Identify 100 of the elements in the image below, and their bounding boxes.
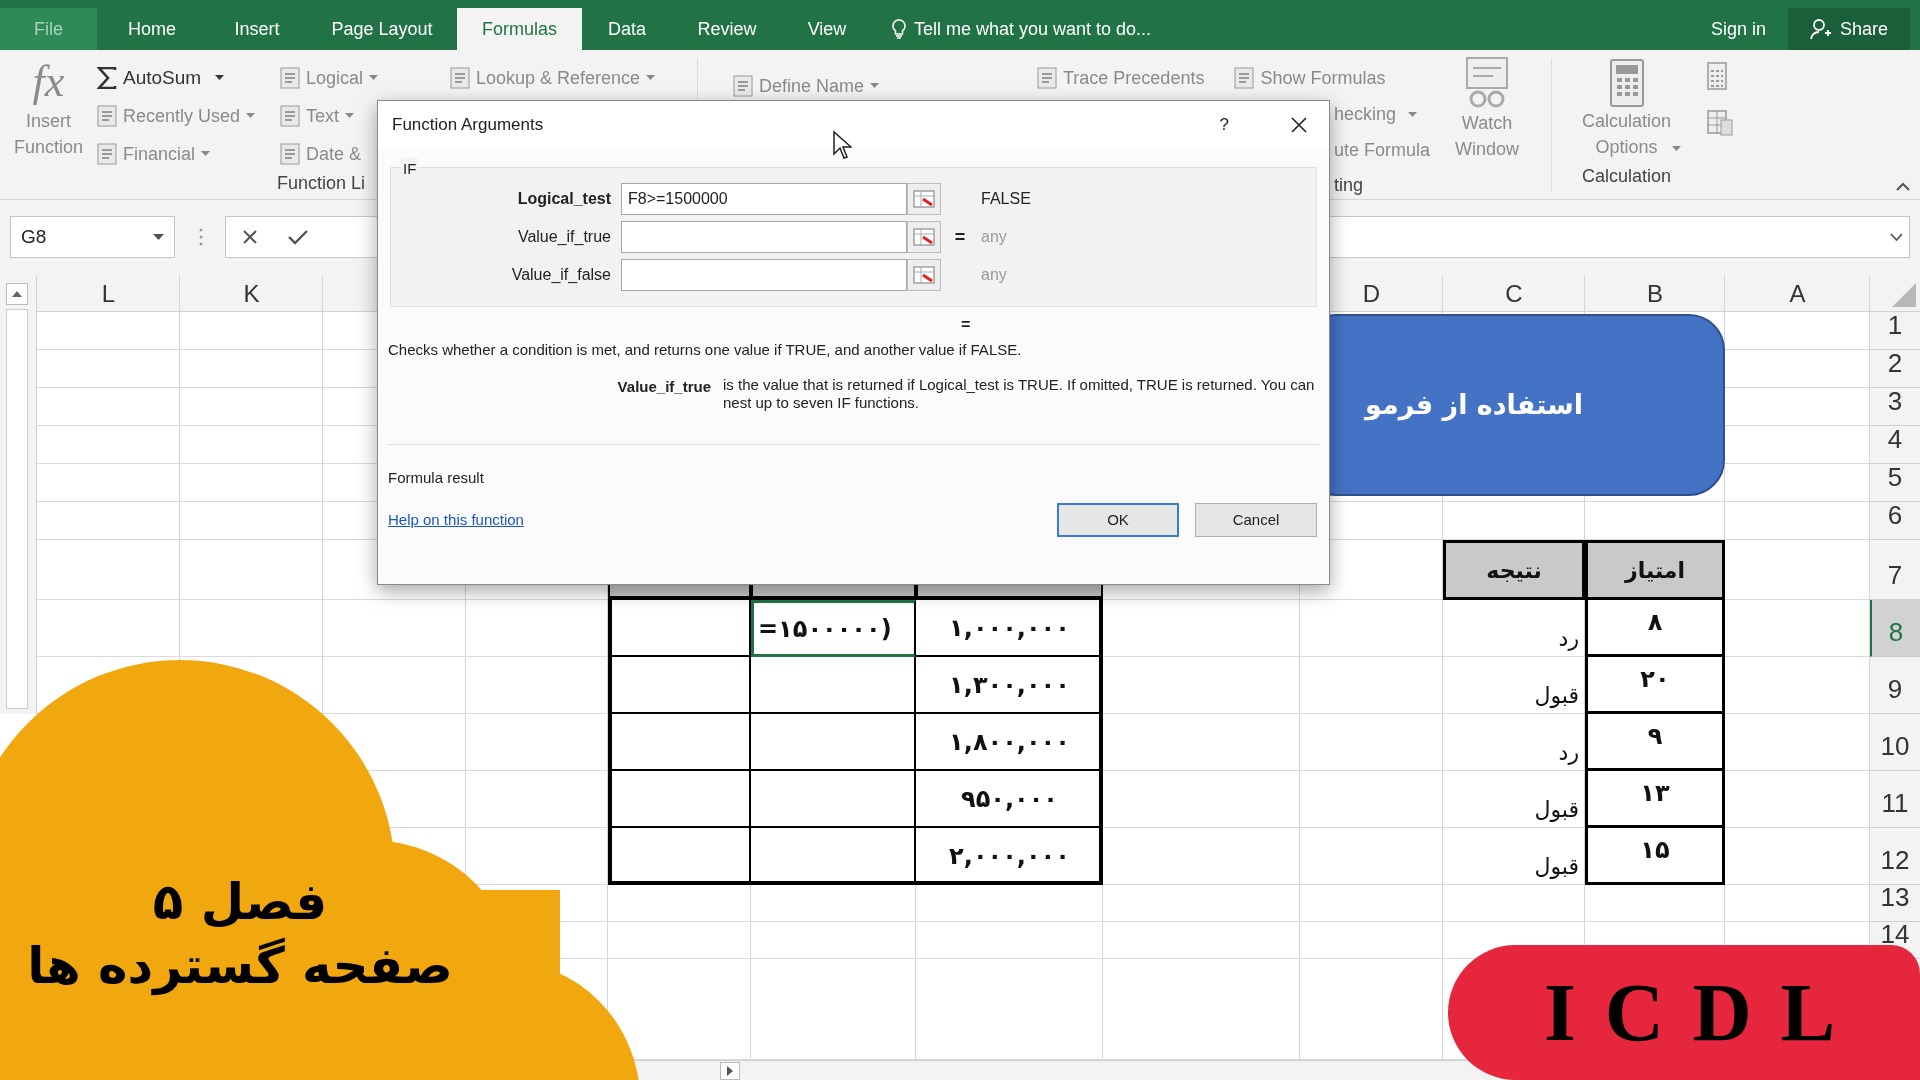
table-cell-text: رد (1557, 739, 1580, 767)
close-button[interactable] (1291, 117, 1307, 133)
ok-button[interactable]: OK (1057, 503, 1179, 537)
column-header[interactable]: A (1725, 275, 1870, 312)
argument-label: Value_if_false (510, 265, 612, 285)
enter-button[interactable] (288, 229, 308, 245)
lightbulb-icon (892, 19, 906, 39)
help-link[interactable]: Help on this function (388, 508, 524, 532)
chevron-up-icon (1896, 182, 1910, 191)
row-header[interactable]: 11 (1870, 771, 1920, 828)
name-box[interactable]: G8 (10, 216, 175, 258)
triangle-up-icon (12, 291, 22, 297)
window-glasses-icon (1463, 56, 1511, 110)
table-header-cell: نتیجه (1443, 540, 1585, 600)
calculator-icon (1707, 62, 1727, 90)
row-header[interactable]: 7 (1870, 540, 1920, 600)
row-header[interactable]: 2 (1870, 350, 1920, 388)
banner-title: استفاده از فرمو (1365, 387, 1583, 423)
share-button[interactable]: Share (1788, 8, 1910, 50)
argument-input[interactable] (621, 259, 907, 291)
collapse-ribbon-button[interactable] (1896, 182, 1910, 191)
equals-sign: = (953, 225, 967, 249)
table-cell: ۸ (1585, 597, 1725, 657)
range-picker-icon (913, 190, 935, 208)
group-label: Function Li (276, 172, 367, 195)
autosum-button[interactable]: AutoSum (97, 63, 280, 93)
row-header[interactable]: 4 (1870, 426, 1920, 464)
grip-icon (199, 228, 203, 246)
table-cell: ۱,۸۰۰,۰۰۰ (916, 714, 1103, 771)
ribbon-tab[interactable]: Data (582, 8, 672, 50)
row-header[interactable]: 12 (1870, 828, 1920, 885)
cancel-button[interactable]: Cancel (1195, 503, 1317, 537)
table-cell-text: قبول (1533, 682, 1580, 710)
ribbon-tab[interactable]: Insert (207, 8, 307, 50)
row-header[interactable]: 5 (1870, 464, 1920, 502)
argument-label: Logical_test (516, 189, 612, 209)
table-cell: ۱۵ (1585, 825, 1725, 885)
column-header[interactable]: B (1585, 275, 1725, 312)
scroll-up-button[interactable] (6, 283, 28, 305)
sigma-icon (97, 67, 117, 89)
cancel-entry-button[interactable] (242, 229, 258, 245)
page-icon (280, 105, 300, 127)
ribbon-tab[interactable]: Formulas (457, 8, 582, 50)
range-picker-button[interactable] (907, 221, 941, 253)
equals-sign: = (961, 316, 971, 333)
tell-me-search[interactable]: Tell me what you want to do... (892, 8, 1152, 50)
triangle-right-icon (727, 1065, 733, 1076)
sign-in-link[interactable]: Sign in (1698, 8, 1778, 50)
table-cell: ۱,۰۰۰,۰۰۰ (916, 600, 1103, 657)
page-icon (1037, 67, 1057, 89)
ribbon-tab[interactable]: Review (672, 8, 782, 50)
page-icon (280, 143, 300, 165)
range-picker-button[interactable] (907, 259, 941, 291)
group-label: Calculation (1581, 165, 1672, 188)
close-icon (242, 229, 258, 245)
argument-result: FALSE (980, 189, 1031, 209)
table-cell: ۱,۳۰۰,۰۰۰ (916, 657, 1103, 714)
page-icon (733, 75, 753, 97)
group-label: ting (1334, 174, 1364, 197)
page-icon (450, 67, 470, 89)
table-cell-text: قبول (1533, 853, 1580, 881)
range-picker-icon (913, 228, 935, 246)
table-cell-text: قبول (1533, 796, 1580, 824)
scroll-track[interactable] (6, 309, 28, 709)
calculator-icon (1608, 58, 1645, 108)
scroll-right-button[interactable] (720, 1061, 740, 1080)
caret-icon (1890, 233, 1903, 241)
column-header[interactable]: K (180, 275, 323, 312)
table-cell: ۹۵۰,۰۰۰ (916, 771, 1103, 828)
column-header[interactable]: L (37, 275, 180, 312)
argument-name: Value_if_true (616, 376, 712, 397)
row-header[interactable]: 6 (1870, 502, 1920, 540)
formula-result-label: Formula result (387, 467, 485, 488)
row-header[interactable]: 10 (1870, 714, 1920, 771)
row-header[interactable]: 13 (1870, 885, 1920, 922)
select-all-triangle-icon (1892, 283, 1916, 307)
row-header[interactable]: 1 (1870, 312, 1920, 350)
ribbon-tab[interactable]: Home (97, 8, 207, 50)
help-button[interactable]: ? (1219, 112, 1229, 138)
chapter-number: فصل ۵ (152, 872, 328, 933)
range-picker-icon (913, 266, 935, 284)
table-cell: ۱۳ (1585, 768, 1725, 828)
ribbon-tab[interactable]: Page Layout (307, 8, 457, 50)
row-header[interactable]: 8 (1870, 600, 1920, 657)
table-cell-text: رد (1557, 625, 1580, 653)
ribbon-tab[interactable]: View (782, 8, 872, 50)
dialog-title: Function Arguments (392, 114, 544, 137)
range-picker-button[interactable] (907, 183, 941, 215)
argument-label: Value_if_true (516, 227, 612, 247)
person-add-icon (1809, 18, 1832, 40)
calculate-sheet-button[interactable] (1707, 110, 1733, 136)
row-header[interactable]: 3 (1870, 388, 1920, 426)
argument-input[interactable] (621, 221, 907, 253)
page-icon (1234, 67, 1255, 89)
course-name: ICDL (1544, 966, 1864, 1060)
column-header[interactable]: C (1443, 275, 1585, 312)
page-icon (97, 143, 117, 165)
argument-input[interactable]: F8>=1500000 (621, 183, 907, 215)
row-header[interactable]: 9 (1870, 657, 1920, 714)
function-description: Checks whether a condition is met, and returns one value if TRUE, and another value if FALSE. (387, 340, 1023, 360)
